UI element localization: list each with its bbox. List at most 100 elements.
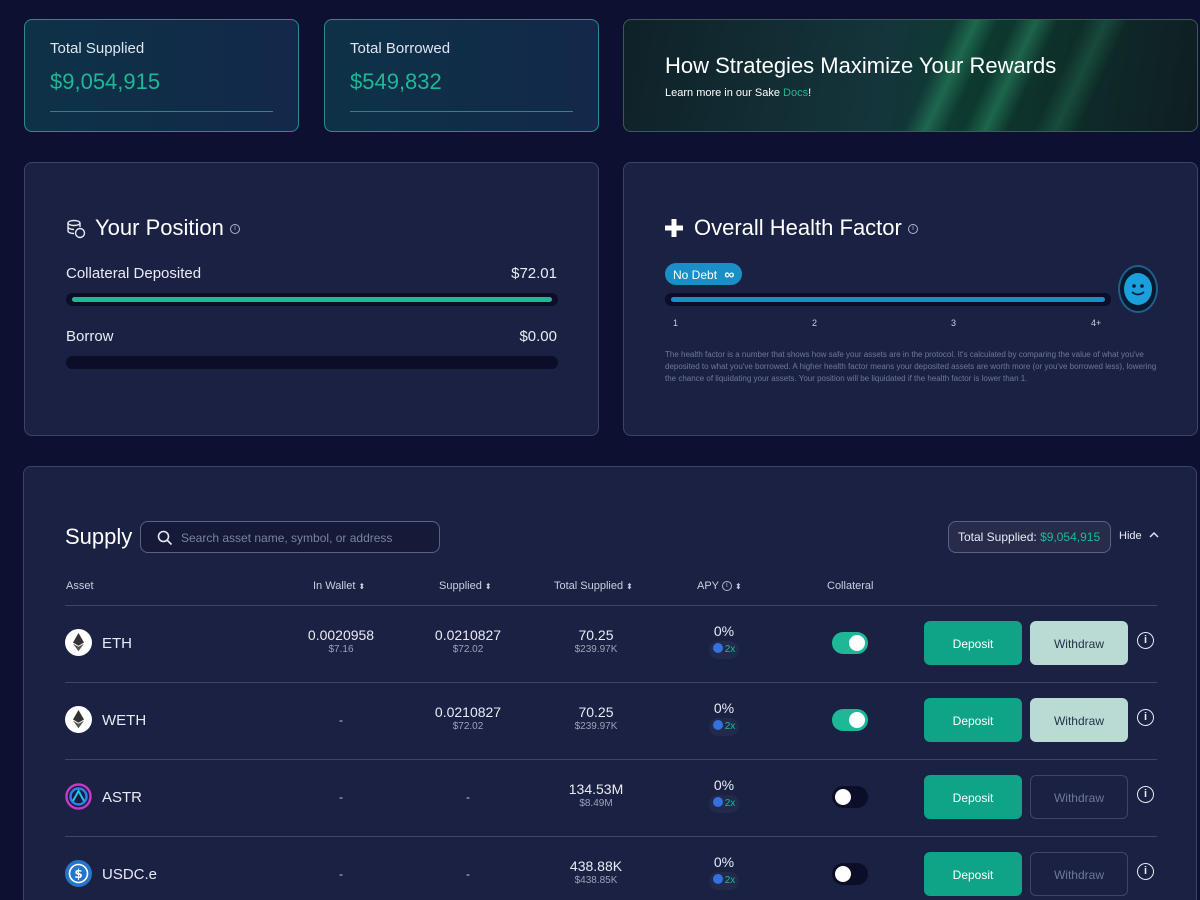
supplied-usd: $72.02 <box>452 721 484 732</box>
divider <box>65 605 1157 606</box>
collateral-toggle[interactable] <box>832 786 868 808</box>
boost-value: 2x <box>724 875 736 886</box>
info-icon[interactable]: i <box>1137 863 1154 880</box>
health-bar-fill <box>671 297 1105 302</box>
col-supplied-label: Supplied <box>439 580 482 592</box>
boost-badge: 2x <box>708 872 740 890</box>
total-cell: 70.25 $239.97K <box>536 704 656 732</box>
info-icon[interactable]: i <box>1137 632 1154 649</box>
asset-symbol: ASTR <box>102 789 143 806</box>
total-cell: 70.25 $239.97K <box>536 627 656 655</box>
usdc-icon: $ <box>65 860 92 887</box>
deposit-button[interactable]: Deposit <box>924 775 1022 819</box>
coins-icon <box>66 219 86 244</box>
plus-icon <box>665 219 683 242</box>
total-supplied-pill: Total Supplied: $9,054,915 <box>948 521 1111 553</box>
apy-cell: 0% 2x <box>704 777 744 813</box>
col-collateral: Collateral <box>827 580 874 592</box>
total-supplied-pill-label: Total Supplied: <box>958 530 1041 544</box>
coin-icon <box>712 797 723 807</box>
info-icon[interactable]: i <box>721 581 732 592</box>
asset-symbol: USDC.e <box>102 866 158 883</box>
no-debt-badge: No Debt ∞ <box>665 263 743 285</box>
total-cell: 134.53M $8.49M <box>536 781 656 809</box>
collateral-bar <box>66 293 558 306</box>
asset-symbol: ETH <box>102 635 132 652</box>
asset-symbol: WETH <box>102 712 147 729</box>
svg-text:$: $ <box>74 867 82 881</box>
docs-link[interactable]: Docs <box>783 87 808 99</box>
supplied-amount: 0.0210827 <box>434 704 502 720</box>
boost-value: 2x <box>724 721 736 732</box>
collateral-toggle[interactable] <box>832 709 868 731</box>
total-supplied-value: $9,054,915 <box>50 69 161 94</box>
health-title-text: Overall Health Factor <box>694 215 902 240</box>
borrow-bar <box>66 356 558 369</box>
divider <box>65 682 1157 683</box>
wallet-cell: - <box>339 867 343 881</box>
info-icon[interactable]: i <box>907 224 918 235</box>
total-amount: 134.53M <box>568 781 624 797</box>
col-wallet[interactable]: In Wallet ⬍ <box>313 580 365 592</box>
total-supplied-pill-value: $9,054,915 <box>1040 530 1101 544</box>
wallet-amount: 0.0020958 <box>307 627 375 643</box>
col-supplied[interactable]: Supplied ⬍ <box>439 580 492 592</box>
total-usd: $239.97K <box>574 721 618 732</box>
supply-card: Supply Search asset name, symbol, or add… <box>23 466 1197 900</box>
col-apy[interactable]: APY i ⬍ <box>697 580 742 592</box>
supplied-cell: - <box>466 790 470 804</box>
supplied-usd: $72.02 <box>452 644 484 655</box>
coin-icon <box>712 874 723 884</box>
col-total-label: Total Supplied <box>554 580 624 592</box>
hide-toggle[interactable]: Hide <box>1119 530 1159 542</box>
col-total[interactable]: Total Supplied ⬍ <box>554 580 633 592</box>
strategies-banner[interactable]: How Strategies Maximize Your Rewards Lea… <box>623 19 1198 132</box>
deposit-button[interactable]: Deposit <box>924 698 1022 742</box>
divider <box>350 111 573 112</box>
info-icon[interactable]: i <box>1137 786 1154 803</box>
health-title: Overall Health Factor i <box>694 215 918 241</box>
position-title: Your Position i <box>95 215 240 241</box>
collateral-bar-fill <box>72 297 552 302</box>
position-card: Your Position i Collateral Deposited $72… <box>24 162 599 436</box>
search-icon <box>157 530 173 551</box>
withdraw-button[interactable]: Withdraw <box>1030 621 1128 665</box>
collateral-toggle[interactable] <box>832 863 868 885</box>
collateral-toggle[interactable] <box>832 632 868 654</box>
withdraw-button[interactable]: Withdraw <box>1030 698 1128 742</box>
health-tick-3: 3 <box>951 318 957 328</box>
col-wallet-label: In Wallet <box>313 580 356 592</box>
info-icon[interactable]: i <box>229 224 240 235</box>
sort-icon: ⬍ <box>626 582 633 591</box>
supplied-cell: 0.0210827 $72.02 <box>408 627 528 655</box>
deposit-button[interactable]: Deposit <box>924 852 1022 896</box>
borrow-value: $0.00 <box>519 328 557 345</box>
toggle-knob <box>849 712 865 728</box>
apy-value: 0% <box>713 700 735 716</box>
divider <box>50 111 273 112</box>
banner-subtitle: Learn more in our Sake Docs! <box>665 87 811 99</box>
info-icon[interactable]: i <box>1137 709 1154 726</box>
weth-icon <box>65 706 92 733</box>
deposit-button[interactable]: Deposit <box>924 621 1022 665</box>
withdraw-button[interactable]: Withdraw <box>1030 852 1128 896</box>
total-borrowed-value: $549,832 <box>350 69 442 94</box>
infinity-icon: ∞ <box>724 266 735 282</box>
no-debt-label: No Debt <box>673 268 718 282</box>
withdraw-button[interactable]: Withdraw <box>1030 775 1128 819</box>
health-tick-2: 2 <box>812 318 818 328</box>
collateral-value: $72.01 <box>511 265 557 282</box>
total-cell: 438.88K $438.85K <box>536 858 656 886</box>
boost-badge: 2x <box>708 718 740 736</box>
total-usd: $438.85K <box>574 875 618 886</box>
coin-icon <box>712 720 723 730</box>
col-apy-label: APY <box>697 580 719 592</box>
health-tick-1: 1 <box>673 318 679 328</box>
total-borrowed-label: Total Borrowed <box>350 40 451 57</box>
banner-subtitle-text: Learn more in our Sake <box>665 87 784 99</box>
chevron-up-icon <box>1149 532 1159 538</box>
search-input[interactable]: Search asset name, symbol, or address <box>140 521 440 553</box>
coin-icon <box>712 643 723 653</box>
sort-icon: ⬍ <box>484 582 492 591</box>
banner-subtitle-end: ! <box>808 87 812 99</box>
